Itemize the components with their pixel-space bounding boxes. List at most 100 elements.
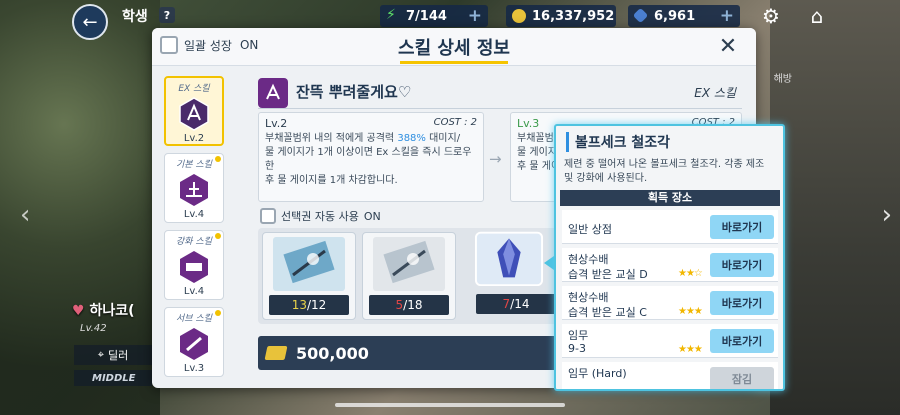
ex-skill-icon: [179, 97, 209, 131]
current-cost: COST : 2: [433, 117, 477, 128]
material-slot-selected[interactable]: 7/14: [470, 231, 564, 320]
tooltip-title: 볼프세크 철조각: [566, 132, 670, 152]
tab-level: Lv.2: [183, 133, 205, 144]
blueprint-icon: [273, 237, 345, 291]
credit-cost-value: 500,000: [296, 343, 369, 363]
source-stage: 습격 받은 교실 D: [568, 268, 648, 281]
star-rating-icon: ★★☆: [678, 268, 703, 279]
source-name: 현상수배: [568, 291, 609, 304]
tab-level: Lv.4: [183, 209, 205, 220]
auto-use-label: 선택권 자동 사용: [281, 210, 359, 223]
tab-enhanced-skill[interactable]: 강화 스킬 Lv.4: [164, 230, 224, 300]
material-count: 7/14: [476, 294, 556, 314]
material-slot[interactable]: 5/18: [362, 232, 456, 320]
character-role: ⌖ 딜러: [74, 345, 152, 365]
iron-fragment-icon: [474, 231, 544, 286]
source-row: 현상수배 습격 받은 교실 D ★★☆ 바로가기: [562, 248, 778, 282]
dialog-header: 일괄 성장 ON 스킬 상세 정보 ✕: [152, 28, 756, 66]
tab-type-label: 서브 스킬: [176, 314, 212, 324]
add-pyroxene-button[interactable]: +: [720, 6, 734, 26]
skill-kind: EX 스킬: [694, 86, 736, 100]
blueprint-icon: [373, 237, 445, 291]
skill-name: 잔뜩 뿌려줄게요♡: [296, 83, 412, 101]
material-count: 5/18: [369, 295, 449, 315]
tab-level: Lv.3: [183, 363, 205, 374]
auto-use-state: ON: [363, 209, 381, 223]
pyroxene-gem-icon: [632, 7, 649, 24]
source-name: 현상수배: [568, 253, 609, 266]
star-rating-icon: ★★★: [678, 344, 703, 355]
divider: [258, 108, 742, 109]
character-name: ♥ 하나코(: [72, 303, 135, 319]
page-title: 학생: [122, 9, 148, 25]
source-stage: 9-3: [568, 342, 586, 355]
add-ap-button[interactable]: +: [468, 6, 482, 26]
level-arrow-icon: →: [489, 150, 502, 168]
dialog-title: 스킬 상세 정보: [398, 38, 510, 59]
back-button[interactable]: ←: [72, 4, 108, 40]
auto-use-toggle[interactable]: 선택권 자동 사용 ON: [260, 208, 381, 224]
tab-type-label: 기본 스킬: [176, 160, 212, 170]
heart-icon: ♥: [72, 303, 85, 319]
credit-coin-icon: [512, 9, 526, 23]
locked-button[interactable]: 잠김: [710, 367, 774, 389]
upgrade-dot-icon: [215, 233, 221, 239]
goto-button[interactable]: 바로가기: [710, 215, 774, 239]
character-position: MIDDLE: [74, 370, 152, 386]
current-level: Lv.2: [265, 117, 288, 130]
auto-use-checkbox[interactable]: [260, 208, 276, 224]
title-underline: [400, 61, 508, 64]
item-tooltip: 볼프세크 철조각 제련 중 떨어져 나온 볼프세크 철조각. 각종 제조 및 강…: [554, 124, 785, 391]
acquisition-header: 획득 장소: [560, 190, 780, 206]
goto-button[interactable]: 바로가기: [710, 253, 774, 277]
enhanced-skill-icon: [180, 251, 208, 283]
source-name: 임무 (Hard): [568, 367, 627, 380]
source-row: 임무 9-3 ★★★ 바로가기: [562, 324, 778, 358]
next-student-arrow-icon[interactable]: ›: [882, 200, 892, 230]
basic-skill-icon: [180, 174, 208, 206]
current-level-box: Lv.2 COST : 2 부채꼴범위 내의 적에게 공격력 388% 대미지/…: [258, 112, 484, 202]
source-row: 임무 (Hard) 잠김: [562, 362, 778, 389]
ap-counter: ⚡ 7/144 +: [380, 5, 488, 27]
tab-basic-skill[interactable]: 기본 스킬 Lv.4: [164, 153, 224, 223]
tab-type-label: 강화 스킬: [176, 237, 212, 247]
goto-button[interactable]: 바로가기: [710, 291, 774, 315]
source-stage: 습격 받은 교실 C: [568, 306, 647, 319]
back-arrow-icon: ←: [82, 11, 98, 33]
current-description: 부채꼴범위 내의 적에게 공격력 388% 대미지/ 물 게이지가 1개 이상이…: [265, 133, 472, 186]
material-count: 13/12: [269, 295, 349, 315]
tab-ex-skill[interactable]: EX 스킬 Lv.2: [164, 76, 224, 146]
character-level: Lv.42: [80, 323, 107, 334]
tab-level: Lv.4: [183, 286, 205, 297]
source-row: 일반 상점 바로가기: [562, 210, 778, 244]
credit-counter: 16,337,952: [506, 5, 616, 27]
lightning-icon: ⚡: [386, 7, 396, 23]
upgrade-dot-icon: [215, 310, 221, 316]
settings-gear-icon[interactable]: ⚙: [758, 3, 784, 29]
skill-header-icon: [258, 78, 288, 108]
upgrade-dot-icon: [215, 156, 221, 162]
tooltip-pointer: [544, 256, 554, 270]
close-button[interactable]: ✕: [716, 34, 740, 59]
prev-student-arrow-icon[interactable]: ‹: [20, 200, 30, 230]
star-rating-icon: ★★★: [678, 306, 703, 317]
help-icon[interactable]: ?: [159, 7, 175, 23]
home-icon[interactable]: ⌂: [804, 3, 830, 29]
sub-skill-icon: [180, 328, 208, 360]
source-row: 현상수배 습격 받은 교실 C ★★★ 바로가기: [562, 286, 778, 320]
crosshair-icon: ⌖: [97, 348, 104, 361]
tab-sub-skill[interactable]: 서브 스킬 Lv.3: [164, 307, 224, 377]
next-level: Lv.3: [517, 117, 540, 130]
goto-button[interactable]: 바로가기: [710, 329, 774, 353]
home-indicator[interactable]: [335, 403, 565, 407]
source-name: 임무: [568, 329, 589, 342]
background-tag: 해방: [773, 74, 792, 85]
source-name: 일반 상점: [568, 223, 612, 236]
tooltip-description: 제련 중 떨어져 나온 볼프세크 철조각. 각종 제조 및 강화에 사용된다.: [564, 159, 765, 184]
credit-icon: [264, 346, 288, 360]
material-slot[interactable]: 13/12: [262, 232, 356, 320]
skill-tab-list: EX 스킬 Lv.2 기본 스킬 Lv.4 강화 스킬 Lv.4 서브 스킬 L…: [164, 76, 226, 384]
credit-cost-bar: 500,000: [258, 336, 558, 370]
pyroxene-counter: 6,961 +: [628, 5, 740, 27]
tab-type-label: EX 스킬: [178, 84, 210, 94]
